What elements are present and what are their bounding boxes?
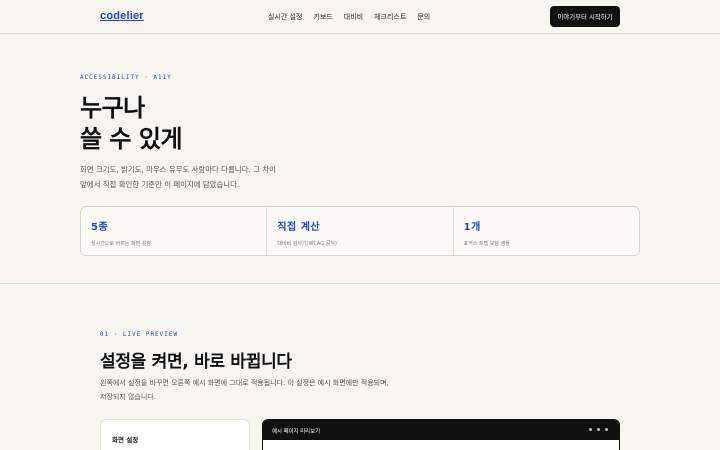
section-eyebrow: 01 · LIVE PREVIEW <box>100 332 179 338</box>
section-description-line-2: 저장되지 않습니다. <box>100 393 156 401</box>
section-title: 설정을 켜면, 바로 바뀝니다 <box>100 352 292 372</box>
stat-modal: 1개 포커스 트랩 모달 샘플 <box>454 207 639 255</box>
section-description-line-1: 왼쪽에서 설정을 바꾸면 오른쪽 예시 화면에 그대로 적용됩니다. 이 설정은… <box>100 379 389 387</box>
hero-eyebrow: ACCESSIBILITY · A11Y <box>80 75 172 81</box>
stat-value: 1개 <box>463 222 481 233</box>
nav-item-keyboard[interactable]: 키보드 <box>313 12 332 22</box>
hero-title-line-1: 누구나 <box>80 94 145 122</box>
preview-window: 예시 페이지 미리보기 <box>262 419 620 450</box>
stat-label: 대비비 검사기(WCAG 공식) <box>277 241 337 247</box>
hero-description: 화면 크기도, 밝기도, 마우스 유무도 사람마다 다릅니다. 그 차이 앞에서… <box>80 162 310 192</box>
main-nav: 실시간 설정 키보드 대비비 체크리스트 문의 <box>268 12 430 22</box>
logo-link[interactable]: codelier <box>100 10 144 22</box>
stat-value: 5종 <box>91 222 109 233</box>
dot-icon <box>605 428 608 431</box>
preview-title: 예시 페이지 미리보기 <box>272 429 321 435</box>
settings-panel: 화면 설정 <box>100 419 250 450</box>
section-description: 왼쪽에서 설정을 바꾸면 오른쪽 예시 화면에 그대로 적용됩니다. 이 설정은… <box>100 376 410 404</box>
stats-card: 5종 실시간으로 바뀌는 화면 설정 직접 계산 대비비 검사기(WCAG 공식… <box>80 206 640 256</box>
stat-label: 포커스 트랩 모달 샘플 <box>463 241 510 247</box>
stat-value: 직접 계산 <box>277 222 321 233</box>
window-dots-icon <box>589 428 608 431</box>
nav-item-contrast[interactable]: 대비비 <box>344 12 363 22</box>
stat-settings: 5종 실시간으로 바뀌는 화면 설정 <box>81 207 268 255</box>
dot-icon <box>589 428 592 431</box>
stat-contrast: 직접 계산 대비비 검사기(WCAG 공식) <box>267 207 454 255</box>
start-conversation-button[interactable]: 이야기부터 시작하기 <box>550 6 620 27</box>
preview-title-bar: 예시 페이지 미리보기 <box>263 420 619 440</box>
stat-label: 실시간으로 바뀌는 화면 설정 <box>91 241 151 247</box>
nav-item-checklist[interactable]: 체크리스트 <box>374 12 406 22</box>
hero-description-line-1: 화면 크기도, 밝기도, 마우스 유무도 사람마다 다릅니다. 그 차이 <box>80 165 276 174</box>
section-divider <box>0 283 720 284</box>
nav-item-live-settings[interactable]: 실시간 설정 <box>268 12 302 22</box>
hero-title-line-2: 쓸 수 있게 <box>80 125 183 153</box>
nav-item-contact[interactable]: 문의 <box>417 12 430 22</box>
top-nav-bar: codelier 실시간 설정 키보드 대비비 체크리스트 문의 이야기부터 시… <box>0 0 720 34</box>
settings-panel-title: 화면 설정 <box>112 436 139 444</box>
hero-description-line-2: 앞에서 직접 확인한 기준만 이 페이지에 담았습니다. <box>80 180 240 189</box>
hero-title: 누구나 쓸 수 있게 <box>80 93 183 155</box>
dot-icon <box>597 428 600 431</box>
